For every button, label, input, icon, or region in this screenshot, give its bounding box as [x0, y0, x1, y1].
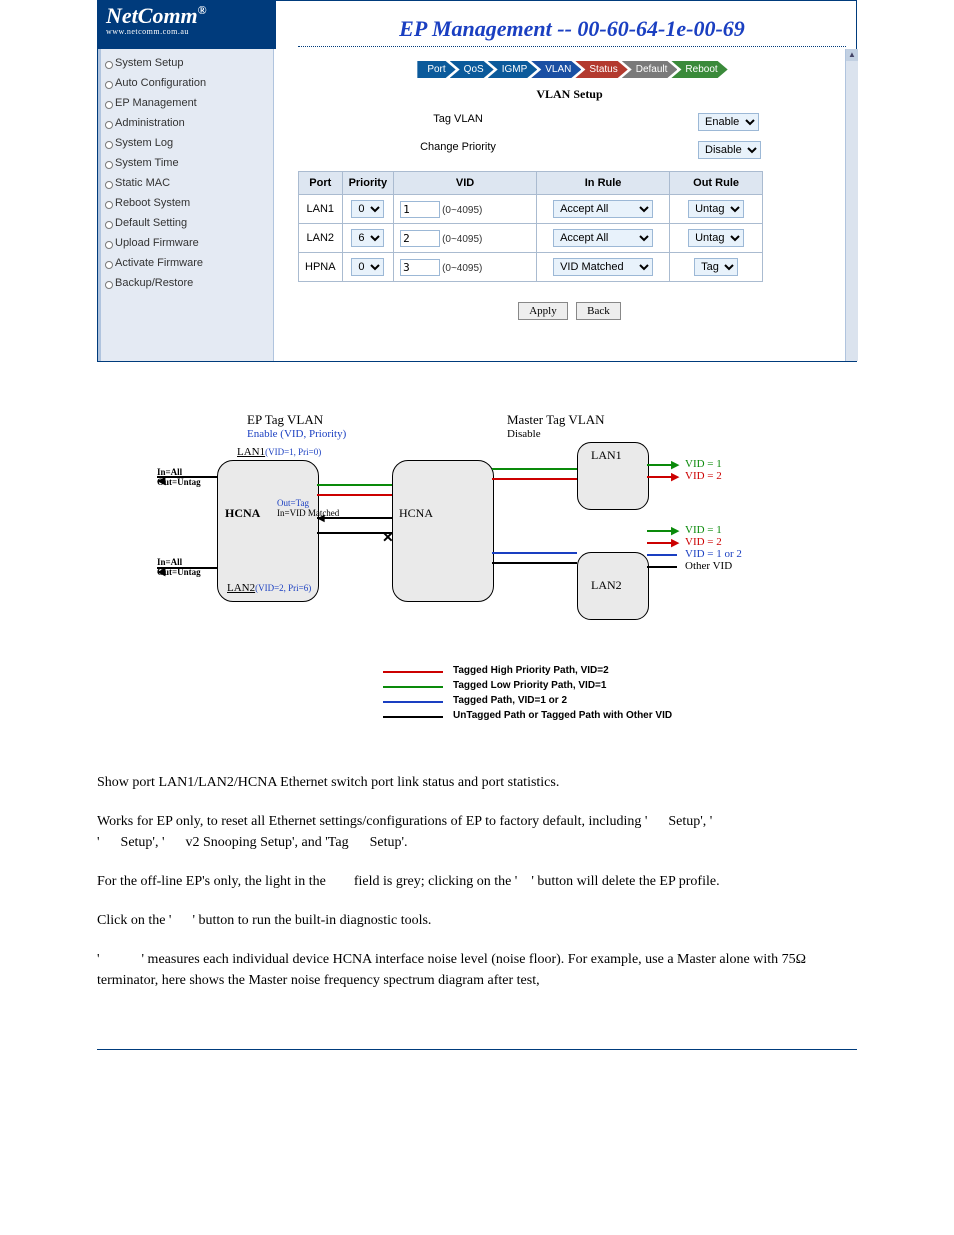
- tab-port[interactable]: Port: [417, 61, 455, 78]
- ep-lan1-cfg: (VID=1, Pri=0): [265, 447, 321, 457]
- diagram-legend: Tagged High Priority Path, VID=2 Tagged …: [377, 662, 678, 724]
- lan1-vid1: VID = 1: [685, 458, 722, 470]
- ep-subtitle: Enable (VID, Priority): [247, 428, 346, 440]
- legend-2: Tagged Low Priority Path, VID=1: [453, 680, 606, 691]
- col-port: Port: [299, 172, 343, 195]
- ep-lan2-label: LAN2: [227, 582, 255, 594]
- lan1-vid2: VID = 2: [685, 470, 722, 482]
- vlan-diagram: EP Tag VLAN Enable (VID, Priority) LAN1(…: [157, 412, 797, 742]
- vid-input-lan2[interactable]: [400, 230, 440, 247]
- in-rule-select-lan1[interactable]: Accept All: [553, 200, 653, 218]
- master-lan2-label: LAN2: [591, 578, 622, 593]
- brand-logo: NetComm® www.netcomm.com.au: [98, 1, 276, 49]
- scroll-up-icon[interactable]: ▲: [846, 49, 858, 61]
- sidebar: System Setup Auto Configuration EP Manag…: [98, 49, 274, 361]
- lan2-vid2: VID = 2: [685, 536, 722, 548]
- tab-qos[interactable]: QoS: [450, 61, 494, 78]
- tab-igmp[interactable]: IGMP: [488, 61, 538, 78]
- doc-p1: Show port LAN1/LAN2/HCNA Ethernet switch…: [97, 772, 857, 793]
- tag-vlan-select[interactable]: Enable: [698, 113, 759, 131]
- col-priority: Priority: [342, 172, 394, 195]
- lan2-vid1or2: VID = 1 or 2: [685, 548, 742, 560]
- change-priority-label: Change Priority: [358, 141, 558, 153]
- change-priority-select[interactable]: Disable: [698, 141, 761, 159]
- apply-button[interactable]: Apply: [518, 302, 568, 320]
- sidebar-item-system-log[interactable]: System Log: [101, 133, 273, 153]
- out-rule-select-lan1[interactable]: Untag: [688, 200, 744, 218]
- master-title: Master Tag VLAN: [507, 412, 605, 428]
- sidebar-item-activate-firmware[interactable]: Activate Firmware: [101, 253, 273, 273]
- vlan-table: Port Priority VID In Rule Out Rule LAN1 …: [298, 171, 763, 282]
- legend-1: Tagged High Priority Path, VID=2: [453, 665, 609, 676]
- sidebar-item-auto-configuration[interactable]: Auto Configuration: [101, 73, 273, 93]
- doc-p2: Works for EP only, to reset all Ethernet…: [97, 811, 857, 853]
- sidebar-item-system-setup[interactable]: System Setup: [101, 53, 273, 73]
- table-row: HPNA 0 (0~4095) VID Matched Tag: [299, 253, 763, 282]
- screenshot-panel: NetComm® www.netcomm.com.au EP Managemen…: [97, 0, 857, 362]
- priority-select-lan2[interactable]: 6: [351, 229, 384, 247]
- master-lan1-label: LAN1: [591, 448, 622, 463]
- page-title: EP Management -- 00-60-64-1e-00-69: [298, 16, 846, 42]
- priority-select-hpna[interactable]: 0: [351, 258, 384, 276]
- sidebar-item-administration[interactable]: Administration: [101, 113, 273, 133]
- tab-vlan[interactable]: VLAN: [531, 61, 581, 78]
- col-vid: VID: [394, 172, 537, 195]
- col-out-rule: Out Rule: [670, 172, 763, 195]
- sidebar-item-default-setting[interactable]: Default Setting: [101, 213, 273, 233]
- tab-reboot[interactable]: Reboot: [671, 61, 727, 78]
- hcna-out-label: Out=Tag: [277, 498, 309, 508]
- master-hcna-enclosure: [392, 460, 494, 602]
- sidebar-item-reboot-system[interactable]: Reboot System: [101, 193, 273, 213]
- tag-vlan-label: Tag VLAN: [358, 113, 558, 125]
- vid-range: (0~4095): [442, 205, 482, 216]
- ep-hcna-label: HCNA: [223, 506, 262, 521]
- master-hcna-label: HCNA: [399, 506, 433, 521]
- in-rule-select-lan2[interactable]: Accept All: [553, 229, 653, 247]
- ep-enclosure: [217, 460, 319, 602]
- sidebar-item-ep-management[interactable]: EP Management: [101, 93, 273, 113]
- tab-status[interactable]: Status: [575, 61, 627, 78]
- lan2-vid1: VID = 1: [685, 524, 722, 536]
- table-row: LAN2 6 (0~4095) Accept All Untag: [299, 224, 763, 253]
- brand-name: NetComm: [106, 3, 198, 28]
- back-button[interactable]: Back: [576, 302, 621, 320]
- vid-input-lan1[interactable]: [400, 201, 440, 218]
- doc-p4: Click on the ' ' button to run the built…: [97, 910, 857, 931]
- out-rule-select-lan2[interactable]: Untag: [688, 229, 744, 247]
- cell-port: LAN1: [299, 195, 343, 224]
- in-rule-select-hpna[interactable]: VID Matched: [553, 258, 653, 276]
- section-title: VLAN Setup: [293, 87, 846, 102]
- ep-lan1-label: LAN1: [237, 446, 265, 458]
- tab-bar: Port QoS IGMP VLAN Status Default Reboot: [293, 61, 846, 78]
- ep-lan2-cfg: (VID=2, Pri=6): [255, 583, 311, 593]
- col-in-rule: In Rule: [537, 172, 670, 195]
- cell-port: HPNA: [299, 253, 343, 282]
- sidebar-scrollbar[interactable]: ▲: [845, 49, 858, 361]
- master-subtitle: Disable: [507, 428, 541, 440]
- tab-default[interactable]: Default: [622, 61, 678, 78]
- priority-select-lan1[interactable]: 0: [351, 200, 384, 218]
- ep-title: EP Tag VLAN: [247, 412, 323, 428]
- doc-p5: ' ' measures each individual device HCNA…: [97, 949, 857, 991]
- page-header: EP Management -- 00-60-64-1e-00-69: [298, 16, 846, 47]
- brand-url: www.netcomm.com.au: [106, 27, 276, 36]
- out-rule-select-hpna[interactable]: Tag: [694, 258, 738, 276]
- sidebar-item-system-time[interactable]: System Time: [101, 153, 273, 173]
- lan2-othervid: Other VID: [685, 560, 732, 572]
- sidebar-item-backup-restore[interactable]: Backup/Restore: [101, 273, 273, 293]
- legend-3: Tagged Path, VID=1 or 2: [453, 695, 567, 706]
- cell-port: LAN2: [299, 224, 343, 253]
- trademark: ®: [198, 3, 207, 17]
- table-row: LAN1 0 (0~4095) Accept All Untag: [299, 195, 763, 224]
- sidebar-item-upload-firmware[interactable]: Upload Firmware: [101, 233, 273, 253]
- legend-4: UnTagged Path or Tagged Path with Other …: [453, 710, 672, 721]
- document-body: Show port LAN1/LAN2/HCNA Ethernet switch…: [97, 772, 857, 991]
- vid-input-hpna[interactable]: [400, 259, 440, 276]
- sidebar-item-static-mac[interactable]: Static MAC: [101, 173, 273, 193]
- doc-p3: For the off-line EP's only, the light in…: [97, 871, 857, 892]
